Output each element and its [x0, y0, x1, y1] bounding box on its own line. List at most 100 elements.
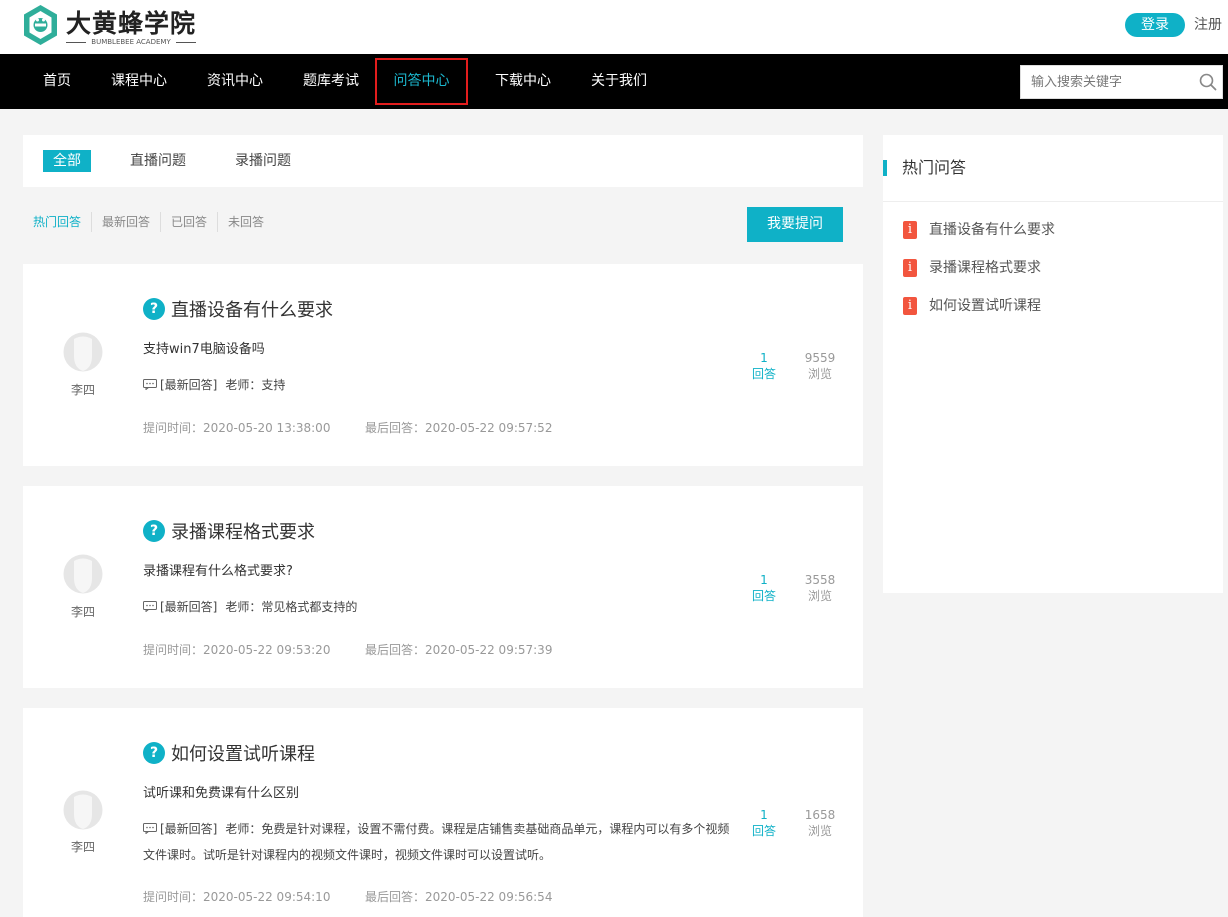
- nav-item-exams[interactable]: 题库考试: [303, 54, 359, 109]
- views-count: 1658 浏览: [795, 807, 845, 839]
- divider: [217, 212, 218, 232]
- avatar-icon: [63, 332, 103, 372]
- views-count: 9559 浏览: [795, 350, 845, 382]
- site-header: 大黄蜂学院 BUMBLEBEE ACADEMY 登录 注册: [0, 0, 1228, 54]
- last-answer-time: 最后回答：2020-05-22 09:57:39: [365, 643, 553, 657]
- answers-count[interactable]: 1 回答: [739, 572, 789, 604]
- views-count-value: 1658: [804, 808, 836, 822]
- divider: [883, 201, 1223, 202]
- hot-question-item[interactable]: i 录播课程格式要求: [903, 258, 1041, 278]
- hot-question-label: 录播课程格式要求: [929, 260, 1041, 276]
- hot-qa-sidebar: 热门问答 i 直播设备有什么要求 i 录播课程格式要求 i 如何设置试听课程: [883, 135, 1223, 593]
- latest-answer: [最新回答] 老师：免费是针对课程，设置不需付费。课程是店铺售卖基础商品单元，课程…: [143, 816, 733, 868]
- answers-count-label: 回答: [751, 824, 776, 838]
- latest-answer-text: 老师：支持: [225, 378, 286, 392]
- question-title[interactable]: 录播课程格式要求: [171, 518, 315, 544]
- tab-all[interactable]: 全部: [43, 150, 91, 172]
- answers-count-label: 回答: [751, 589, 776, 603]
- brand-subtitle: BUMBLEBEE ACADEMY: [66, 36, 196, 48]
- question-description: 试听课和免费课有什么区别: [143, 786, 300, 801]
- answers-count-value: 1: [760, 351, 768, 365]
- views-count-label: 浏览: [807, 367, 832, 381]
- hot-question-item[interactable]: i 如何设置试听课程: [903, 296, 1041, 316]
- avatar-icon: [63, 790, 103, 830]
- hot-question-label: 如何设置试听课程: [929, 298, 1041, 314]
- latest-answer: [最新回答] 老师：支持: [143, 372, 733, 398]
- comment-icon: [143, 823, 157, 834]
- latest-answer-tag: [最新回答]: [160, 822, 218, 836]
- brand-name: 大黄蜂学院: [66, 9, 197, 38]
- answers-count-value: 1: [760, 573, 768, 587]
- answers-count-value: 1: [760, 808, 768, 822]
- comment-icon: [143, 379, 157, 390]
- question-description: 支持win7电脑设备吗: [143, 342, 265, 357]
- views-count-label: 浏览: [807, 824, 832, 838]
- filter-hot-answers[interactable]: 热门回答: [33, 207, 81, 237]
- nav-item-home[interactable]: 首页: [43, 54, 71, 109]
- views-count-value: 3558: [804, 573, 836, 587]
- nav-item-courses[interactable]: 课程中心: [111, 54, 167, 109]
- sidebar-title-text: 热门问答: [902, 158, 967, 177]
- info-badge-icon: i: [903, 259, 917, 277]
- divider: [66, 41, 87, 43]
- divider: [160, 212, 161, 232]
- question-card: 李四 ? 如何设置试听课程 试听课和免费课有什么区别 [最新回答] 老师：免费是针…: [23, 708, 863, 917]
- info-badge-icon: i: [903, 297, 917, 315]
- nav-item-qa[interactable]: 问答中心: [375, 58, 468, 105]
- question-mark-icon: ?: [143, 742, 165, 764]
- login-button[interactable]: 登录: [1125, 13, 1185, 37]
- question-mark-icon: ?: [143, 298, 165, 320]
- question-card: 李四 ? 录播课程格式要求 录播课程有什么格式要求? [最新回答] 老师：常见格式…: [23, 486, 863, 688]
- views-count-label: 浏览: [807, 589, 832, 603]
- nav-item-downloads[interactable]: 下载中心: [495, 54, 551, 109]
- tab-recorded-questions[interactable]: 录播问题: [235, 150, 291, 172]
- answers-count[interactable]: 1 回答: [739, 807, 789, 839]
- ask-time: 提问时间：2020-05-20 13:38:00: [143, 421, 331, 435]
- question-author: 李四: [70, 605, 95, 619]
- answers-count[interactable]: 1 回答: [739, 350, 789, 382]
- question-title[interactable]: 直播设备有什么要求: [171, 296, 333, 322]
- latest-answer-text: 老师：免费是针对课程，设置不需付费。课程是店铺售卖基础商品单元，课程内可以有多个…: [143, 822, 730, 862]
- nav-item-about[interactable]: 关于我们: [591, 54, 647, 109]
- filter-latest-answers[interactable]: 最新回答: [102, 207, 150, 237]
- last-answer-time: 最后回答：2020-05-22 09:57:52: [365, 421, 553, 435]
- search-input[interactable]: [1021, 66, 1191, 98]
- comment-icon: [143, 601, 157, 612]
- latest-answer-text: 老师：常见格式都支持的: [225, 600, 358, 614]
- site-logo[interactable]: 大黄蜂学院 BUMBLEBEE ACADEMY: [22, 4, 202, 48]
- filter-unanswered[interactable]: 未回答: [228, 207, 264, 237]
- filter-answered[interactable]: 已回答: [171, 207, 207, 237]
- nav-item-news[interactable]: 资讯中心: [207, 54, 263, 109]
- question-title[interactable]: 如何设置试听课程: [171, 740, 315, 766]
- question-mark-icon: ?: [143, 520, 165, 542]
- latest-answer: [最新回答] 老师：常见格式都支持的: [143, 594, 733, 620]
- question-card: 李四 ? 直播设备有什么要求 支持win7电脑设备吗 [最新回答] 老师：支持 提…: [23, 264, 863, 466]
- sidebar-title: 热门问答: [883, 157, 966, 179]
- brand-subtitle-text: BUMBLEBEE ACADEMY: [91, 38, 171, 46]
- category-tabs: 全部 直播问题 录播问题: [23, 135, 863, 187]
- hot-question-item[interactable]: i 直播设备有什么要求: [903, 220, 1055, 240]
- bee-logo-icon: [24, 5, 57, 45]
- avatar-icon: [63, 554, 103, 594]
- ask-time: 提问时间：2020-05-22 09:54:10: [143, 890, 331, 904]
- last-answer-time: 最后回答：2020-05-22 09:56:54: [365, 890, 553, 904]
- register-link[interactable]: 注册: [1194, 13, 1222, 37]
- info-badge-icon: i: [903, 221, 917, 239]
- divider: [91, 212, 92, 232]
- hot-question-label: 直播设备有什么要求: [929, 222, 1055, 238]
- answers-count-label: 回答: [751, 367, 776, 381]
- search-icon[interactable]: [1199, 73, 1217, 91]
- latest-answer-tag: [最新回答]: [160, 378, 218, 392]
- ask-question-button[interactable]: 我要提问: [747, 207, 843, 242]
- title-accent-bar: [883, 160, 887, 176]
- question-author: 李四: [70, 840, 95, 854]
- main-nav: 首页 课程中心 资讯中心 题库考试 问答中心 下载中心 关于我们: [0, 54, 1228, 109]
- search-box: [1020, 65, 1223, 99]
- views-count-value: 9559: [804, 351, 836, 365]
- tab-live-questions[interactable]: 直播问题: [130, 150, 186, 172]
- question-description: 录播课程有什么格式要求?: [143, 564, 293, 579]
- latest-answer-tag: [最新回答]: [160, 600, 218, 614]
- question-author: 李四: [70, 383, 95, 397]
- ask-time: 提问时间：2020-05-22 09:53:20: [143, 643, 331, 657]
- views-count: 3558 浏览: [795, 572, 845, 604]
